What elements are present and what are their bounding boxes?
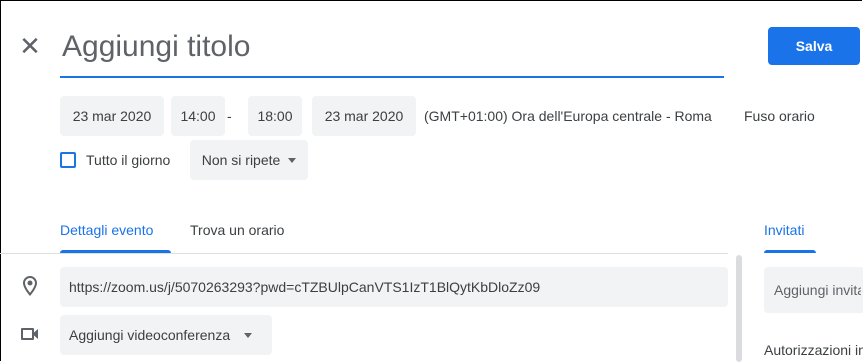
timezone-button[interactable]: Fuso orario [744, 96, 815, 136]
tab-find-time[interactable]: Trova un orario [190, 222, 284, 238]
repeat-label: Non si ripete [201, 152, 281, 168]
tab-event-details[interactable]: Dettagli evento [60, 222, 153, 238]
all-day-checkbox[interactable] [60, 152, 76, 168]
tab-guests[interactable]: Invitati [764, 222, 804, 238]
videocam-icon [21, 328, 38, 340]
repeat-dropdown[interactable]: Non si ripete [190, 140, 308, 180]
guests-tab-indicator [764, 250, 816, 253]
dropdown-arrow-icon [288, 157, 297, 163]
close-icon[interactable]: ✕ [16, 32, 44, 60]
start-time-chip[interactable]: 14:00 [171, 96, 225, 136]
dropdown-arrow-icon [244, 332, 253, 338]
all-day-label: Tutto il giorno [86, 152, 171, 168]
save-button[interactable]: Salva [768, 27, 860, 65]
location-pin-icon [23, 276, 37, 296]
end-date-chip[interactable]: 23 mar 2020 [312, 96, 416, 136]
video-conference-label: Aggiungi videoconferenza [69, 327, 231, 343]
tabs-divider [0, 253, 728, 254]
start-date-chip[interactable]: 23 mar 2020 [60, 96, 164, 136]
time-separator: - [227, 108, 232, 124]
all-day-option[interactable]: Tutto il giorno [60, 150, 170, 170]
end-time-chip[interactable]: 18:00 [248, 96, 302, 136]
title-field[interactable] [60, 18, 724, 78]
timezone-text: (GMT+01:00) Ora dell'Europa centrale - R… [424, 108, 712, 124]
add-video-conference-button[interactable]: Aggiungi videoconferenza [60, 315, 272, 355]
title-input[interactable] [60, 24, 724, 70]
details-scrollbar[interactable] [736, 255, 742, 362]
add-guests-input[interactable] [764, 267, 863, 313]
location-field[interactable]: https://zoom.us/j/5070263293?pwd=cTZBUlp… [60, 267, 728, 307]
guest-permissions-label: Autorizzazioni invitati [764, 342, 863, 358]
